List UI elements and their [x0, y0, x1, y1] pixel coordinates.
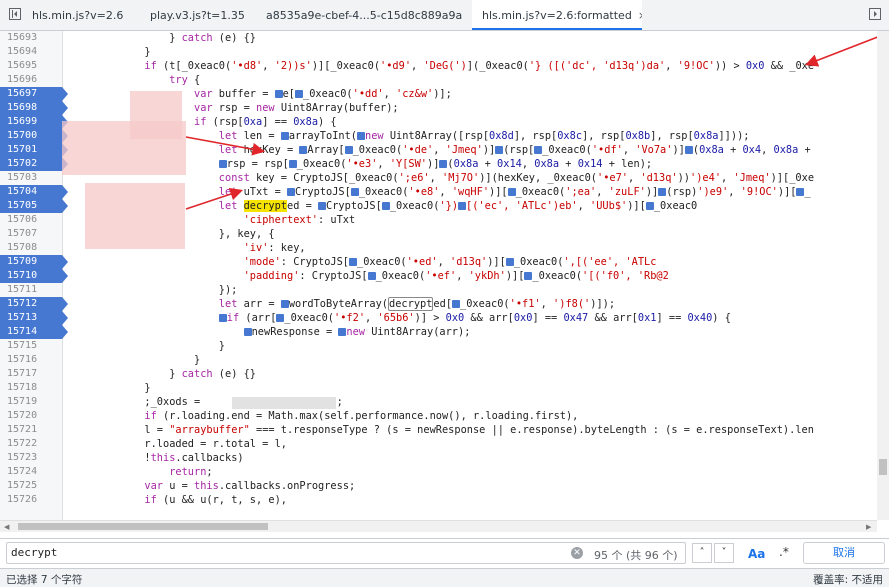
- scroll-left-icon[interactable]: ◀: [4, 523, 9, 531]
- breakpoint-line-number[interactable]: 15713: [0, 311, 68, 325]
- code-line: 'mode': CryptoJS[_0xeac0('•ed', 'd13q')]…: [243, 256, 657, 268]
- toggle-debugger-icon[interactable]: [869, 8, 881, 20]
- code-line: }: [70, 382, 151, 394]
- redacted-area: [85, 183, 185, 249]
- code-editor[interactable]: 15693 15694 15695 15696 15697 15698 1569…: [0, 31, 877, 520]
- line-number-gutter[interactable]: 15693 15694 15695 15696 15697 15698 1569…: [0, 31, 68, 520]
- line-number[interactable]: 15722: [0, 437, 62, 451]
- breakpoint-line-number[interactable]: 15701: [0, 143, 68, 157]
- line-number[interactable]: 15723: [0, 451, 62, 465]
- line-number[interactable]: 15694: [0, 45, 62, 59]
- code-line: newResponse = new Uint8Array(arr);: [70, 325, 470, 339]
- vertical-scrollbar[interactable]: [877, 31, 889, 520]
- line-number[interactable]: 15716: [0, 353, 62, 367]
- tab-hls-min[interactable]: hls.min.js?v=2.6: [32, 0, 136, 30]
- breakpoint-line-number[interactable]: 15698: [0, 101, 68, 115]
- line-number[interactable]: 15708: [0, 241, 62, 255]
- line-number[interactable]: 15693: [0, 31, 62, 45]
- code-line: !this.callbacks): [70, 452, 244, 464]
- code-line: }: [70, 340, 225, 352]
- search-bar: decrypt ✕ 95 个 (共 96 个) ˄ ˅ Aa .* 取消: [0, 538, 889, 568]
- code-line: } catch (e) {}: [70, 32, 256, 44]
- line-number[interactable]: 15703: [0, 171, 62, 185]
- breakpoint-line-number[interactable]: 15699: [0, 115, 68, 129]
- tab-play-v3[interactable]: play.v3.js?t=1.35: [150, 0, 254, 30]
- code-line: if (arr[_0xeac0('•f2', '65b6')] > 0x0 &&…: [70, 311, 731, 325]
- code-line: 'padding': CryptoJS[_0xeac0('•ef', 'ykDh…: [243, 270, 669, 282]
- code-line: }: [70, 354, 201, 366]
- toggle-navigator-icon[interactable]: [9, 8, 21, 20]
- code-line: var u = this.callbacks.onProgress;: [144, 480, 356, 492]
- code-line: var rsp = new Uint8Array(buffer);: [194, 102, 399, 114]
- scroll-right-icon[interactable]: ▶: [866, 523, 871, 531]
- breakpoint-line-number[interactable]: 15705: [0, 199, 68, 213]
- tab-hls-formatted[interactable]: hls.min.js?v=2.6:formatted×: [472, 0, 642, 30]
- code-line: if (u && u(r, t, s, e),: [144, 494, 287, 506]
- tab-bar: hls.min.js?v=2.6 play.v3.js?t=1.35 a8535…: [0, 0, 889, 31]
- clear-search-icon[interactable]: ✕: [571, 547, 583, 559]
- code-line: let arr = wordToByteArray(decrypted[_0xe…: [218, 297, 616, 311]
- tab-blob[interactable]: a8535a9e-cbef-4...5-c15d8c889a9a: [266, 0, 466, 30]
- line-number[interactable]: 15724: [0, 465, 62, 479]
- breakpoint-line-number[interactable]: 15702: [0, 157, 68, 171]
- previous-match-button[interactable]: ˄: [692, 543, 712, 563]
- line-number[interactable]: 15725: [0, 479, 62, 493]
- code-line: } catch (e) {}: [70, 368, 256, 380]
- line-number[interactable]: 15721: [0, 423, 62, 437]
- horizontal-scroll-thumb[interactable]: [18, 523, 268, 530]
- breakpoint-line-number[interactable]: 15710: [0, 269, 68, 283]
- selection-status: 已选择 7 个字符: [6, 574, 83, 586]
- close-tab-icon[interactable]: ×: [638, 9, 642, 22]
- cancel-search-button[interactable]: 取消: [803, 542, 885, 564]
- line-number[interactable]: 15696: [0, 73, 62, 87]
- code-line: if (t[_0xeac0('•d8', '2))s')][_0xeac0('•…: [144, 60, 815, 72]
- line-number[interactable]: 15711: [0, 283, 62, 297]
- code-content[interactable]: } catch (e) {} } if (t[_0xeac0('•d8', '2…: [70, 31, 877, 520]
- breakpoint-line-number[interactable]: 15697: [0, 87, 68, 101]
- next-match-button[interactable]: ˅: [714, 543, 734, 563]
- search-result-count: 95 个 (共 96 个): [594, 549, 678, 562]
- match-case-button[interactable]: Aa: [748, 547, 765, 561]
- line-number[interactable]: 15695: [0, 59, 62, 73]
- code-line: try {: [169, 74, 201, 86]
- code-line: if (r.loading.end = Math.max(self.perfor…: [144, 410, 579, 422]
- code-line: l = "arraybuffer" === t.responseType ? (…: [70, 424, 814, 436]
- line-number[interactable]: 15707: [0, 227, 62, 241]
- search-input[interactable]: decrypt: [6, 542, 686, 564]
- line-number[interactable]: 15718: [0, 381, 62, 395]
- code-line: r.loaded = r.total = l,: [70, 438, 287, 450]
- breakpoint-line-number[interactable]: 15714: [0, 325, 68, 339]
- vertical-scroll-thumb[interactable]: [879, 459, 887, 475]
- status-bar: 已选择 7 个字符 覆盖率: 不适用: [0, 568, 889, 587]
- regex-button[interactable]: .*: [779, 545, 789, 559]
- breakpoint-line-number[interactable]: 15700: [0, 129, 68, 143]
- horizontal-scrollbar[interactable]: ◀ ▶: [0, 520, 877, 532]
- line-number[interactable]: 15715: [0, 339, 62, 353]
- line-number[interactable]: 15719: [0, 395, 62, 409]
- breakpoint-line-number[interactable]: 15704: [0, 185, 68, 199]
- code-line: });: [70, 284, 238, 296]
- redacted-area: [62, 121, 186, 175]
- line-number[interactable]: 15720: [0, 409, 62, 423]
- code-line: return;: [169, 466, 213, 478]
- code-line: var buffer = e[_0xeac0('•dd', 'cz&w')];: [194, 88, 452, 100]
- line-number[interactable]: 15706: [0, 213, 62, 227]
- line-number[interactable]: 15726: [0, 493, 62, 507]
- coverage-status[interactable]: 覆盖率: 不适用: [813, 572, 883, 587]
- breakpoint-line-number[interactable]: 15709: [0, 255, 68, 269]
- breakpoint-line-number[interactable]: 15712: [0, 297, 68, 311]
- line-number[interactable]: 15717: [0, 367, 62, 381]
- redacted-area: [232, 397, 336, 409]
- code-line: }: [70, 46, 151, 58]
